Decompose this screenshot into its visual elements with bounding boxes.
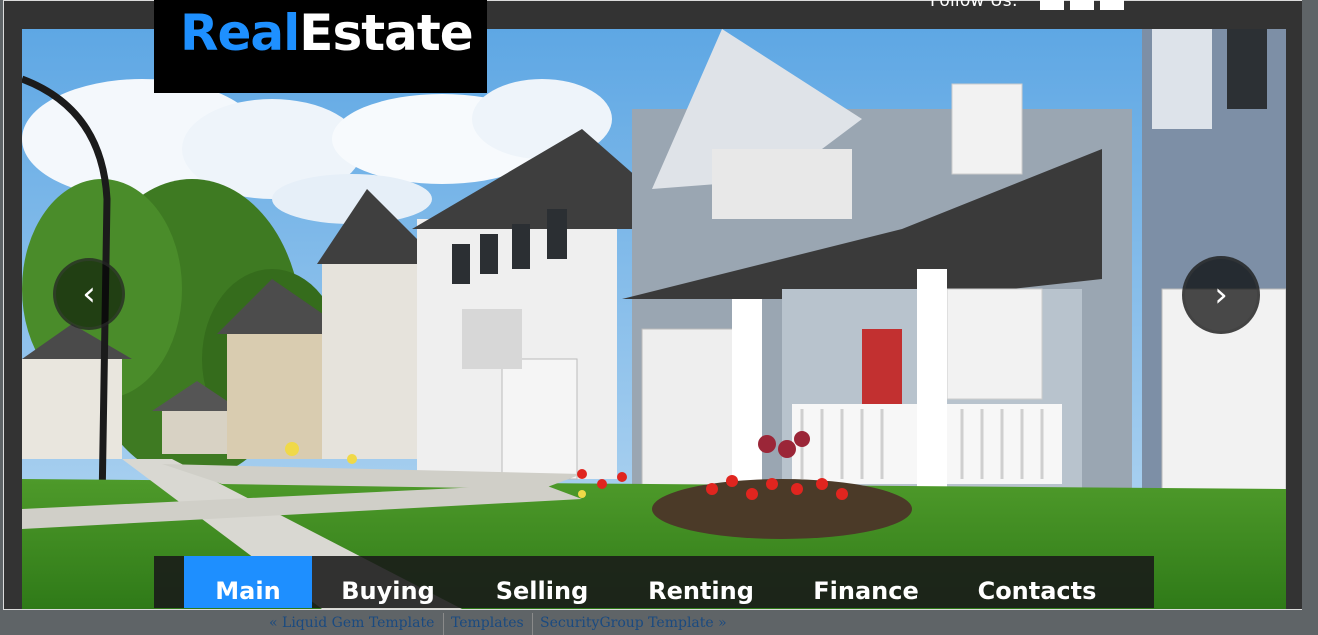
- nav-item-buying[interactable]: Buying: [332, 556, 444, 608]
- nav-item-contacts[interactable]: Contacts: [968, 556, 1106, 608]
- chevron-left-icon: ‹: [82, 274, 96, 314]
- logo-text-real: Real: [180, 4, 300, 62]
- nav-item-selling[interactable]: Selling: [486, 556, 598, 608]
- site-logo[interactable]: RealEstate: [154, 0, 487, 93]
- nav-item-renting[interactable]: Renting: [639, 556, 763, 608]
- social-icon-2[interactable]: [1070, 0, 1094, 10]
- slider-next-button[interactable]: ›: [1182, 256, 1260, 334]
- slider-prev-button[interactable]: ‹: [53, 258, 125, 330]
- nav-item-main[interactable]: Main: [184, 556, 312, 608]
- logo-text-estate: Estate: [299, 4, 473, 62]
- link-divider: [532, 613, 533, 635]
- hero-slideshow-image: [22, 29, 1286, 609]
- templates-link[interactable]: Templates: [451, 615, 524, 631]
- chevron-right-icon: ›: [1214, 275, 1228, 315]
- next-template-link[interactable]: SecurityGroup Template »: [540, 615, 727, 631]
- follow-us-label: Follow Us:: [930, 0, 1018, 11]
- window-edge: [1302, 0, 1318, 635]
- main-navigation: Main Buying Selling Renting Finance Cont…: [154, 556, 1154, 608]
- nav-item-finance[interactable]: Finance: [804, 556, 928, 608]
- social-icon-1[interactable]: [1040, 0, 1064, 10]
- prev-template-link[interactable]: « Liquid Gem Template: [269, 615, 434, 631]
- link-divider: [443, 613, 444, 635]
- template-links-bar: « Liquid Gem Template Templates Security…: [0, 611, 1318, 635]
- social-icon-3[interactable]: [1100, 0, 1124, 10]
